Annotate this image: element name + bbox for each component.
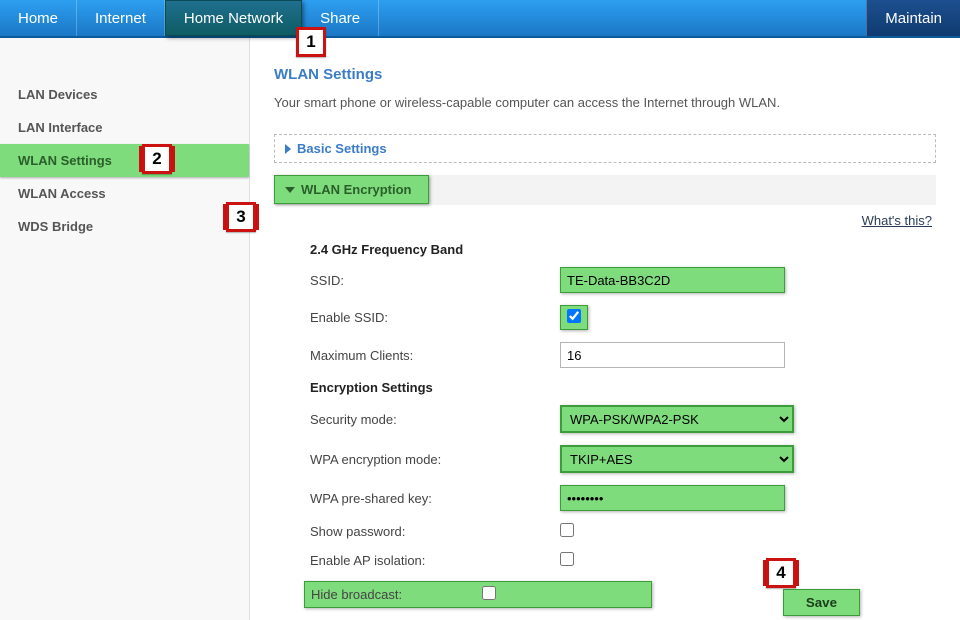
chevron-down-icon [285,187,295,193]
max-clients-label: Maximum Clients: [310,348,560,363]
callout-2: 2 [142,144,172,174]
enable-ssid-label: Enable SSID: [310,310,560,325]
wpa-encryption-select[interactable]: TKIP+AES [561,446,793,472]
content: WLAN Settings Your smart phone or wirele… [250,38,960,620]
row-hide-broadcast: Hide broadcast: [304,581,652,608]
ssid-label: SSID: [310,273,560,288]
section-band-header: 2.4 GHz Frequency Band [310,242,936,257]
sidebar-item-wlan-settings[interactable]: WLAN Settings [0,144,249,177]
hide-broadcast-label: Hide broadcast: [305,587,482,602]
panel-wlan-encryption-toggle[interactable]: WLAN Encryption [274,175,429,204]
ssid-input[interactable] [560,267,785,293]
sidebar-item-wlan-access[interactable]: WLAN Access [0,177,249,210]
top-nav: Home Internet Home Network Share Maintai… [0,0,960,38]
row-psk: WPA pre-shared key: [310,485,936,511]
security-mode-label: Security mode: [310,412,560,427]
ap-isolation-label: Enable AP isolation: [310,553,560,568]
nav-maintain[interactable]: Maintain [866,0,960,36]
wpa-encryption-label: WPA encryption mode: [310,452,560,467]
security-mode-select[interactable]: WPA-PSK/WPA2-PSK [561,406,793,432]
sidebar-item-lan-interface[interactable]: LAN Interface [0,111,249,144]
ap-isolation-checkbox[interactable] [560,552,574,566]
nav-home[interactable]: Home [0,0,77,36]
chevron-right-icon [285,144,291,154]
page-title: WLAN Settings [274,66,936,83]
whats-this-row: What's this? [274,213,932,228]
page-description: Your smart phone or wireless-capable com… [274,95,936,110]
row-max-clients: Maximum Clients: [310,342,936,368]
row-ssid: SSID: [310,267,936,293]
nav-home-network[interactable]: Home Network [165,0,302,36]
callout-1: 1 [296,27,326,57]
sidebar-item-wds-bridge[interactable]: WDS Bridge [0,210,249,243]
row-security-mode: Security mode: WPA-PSK/WPA2-PSK [310,405,936,433]
hide-broadcast-checkbox[interactable] [482,586,496,600]
panel-wlan-encryption-label: WLAN Encryption [301,182,412,197]
show-password-label: Show password: [310,524,560,539]
row-wpa-encryption: WPA encryption mode: TKIP+AES [310,445,936,473]
max-clients-input[interactable] [560,342,785,368]
section-encryption-header: Encryption Settings [310,380,936,395]
psk-label: WPA pre-shared key: [310,491,560,506]
sidebar: LAN Devices LAN Interface WLAN Settings … [0,38,250,620]
row-show-password: Show password: [310,523,936,540]
psk-input[interactable] [560,485,785,511]
panel-basic-settings: Basic Settings [274,134,936,163]
panel-basic-settings-label: Basic Settings [297,141,387,156]
sidebar-item-lan-devices[interactable]: LAN Devices [0,78,249,111]
save-button[interactable]: Save [783,589,860,616]
enable-ssid-checkbox[interactable] [567,309,581,323]
panel-wlan-encryption: WLAN Encryption [274,175,936,205]
nav-internet[interactable]: Internet [77,0,165,36]
callout-4: 4 [766,558,796,588]
show-password-checkbox[interactable] [560,523,574,537]
row-ap-isolation: Enable AP isolation: [310,552,936,569]
panel-basic-settings-toggle[interactable]: Basic Settings [275,135,935,162]
row-enable-ssid: Enable SSID: [310,305,936,330]
whats-this-link[interactable]: What's this? [862,213,932,228]
callout-3: 3 [226,202,256,232]
